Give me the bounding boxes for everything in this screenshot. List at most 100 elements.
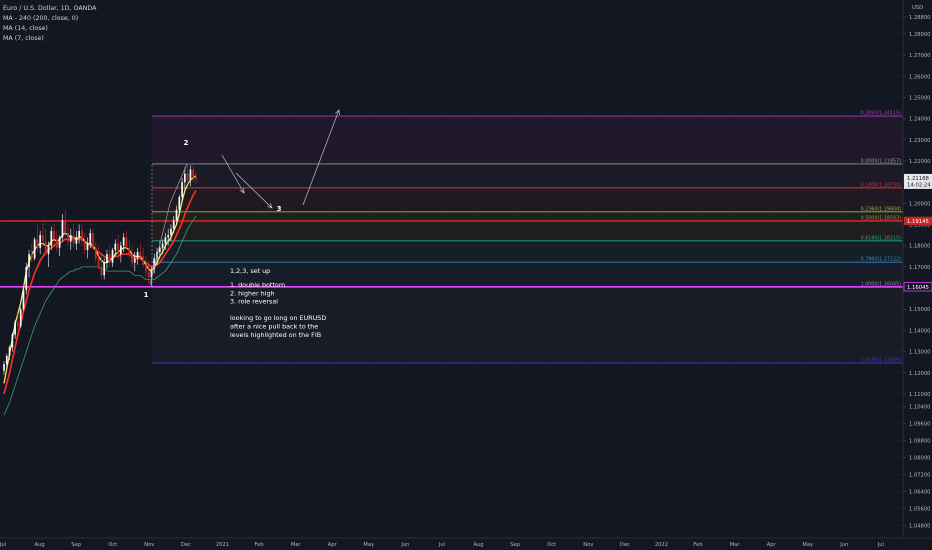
time-tick-label: Sep [71,542,81,548]
fib-level-label: 0.1000(1.20730) [861,182,901,188]
time-tick-label: Jun [839,542,848,548]
time-tick-label: Mar [730,542,741,548]
fib-level-label: 0.2360(1.19604) [861,206,901,212]
candle-body [139,252,142,257]
price-tick-label: 1.27000 [909,53,930,59]
candle-body [172,220,175,229]
price-tick-label: 1.12000 [909,371,930,377]
candle-body [14,321,16,335]
fib-band [152,240,903,263]
time-tick-label: Dec [620,542,630,548]
candle-body [42,235,44,242]
price-tag-label: 14:02:24 [907,183,931,189]
note-line: 1. double bottom [230,281,285,289]
candle-body [170,228,172,236]
candle-body [53,230,55,240]
time-axis-background [0,538,932,550]
price-tick-label: 1.13000 [909,350,930,356]
time-tick-label: Jul [877,542,884,548]
price-tag-label: 1.16045 [907,285,929,291]
fib-band [152,116,903,164]
candle-body [103,262,106,276]
fib-level-label: 0.0000(1.21857) [861,158,901,164]
legend-ma-200[interactable]: MA - 240 (200, close, 0) [3,14,96,24]
note-line: levels highlighted on the FIB [230,331,321,339]
time-tick-label: Apr [328,542,338,548]
time-tick-label: 2022 [655,542,668,548]
candle-body [36,239,39,248]
candle-body [133,258,136,263]
candle-body [114,243,117,250]
candle-body [178,196,181,210]
candle-body [69,235,72,242]
candle-body [161,243,164,248]
candle-body [131,254,133,263]
currency-label[interactable]: USD [912,5,923,11]
candle-body [128,247,131,255]
candle-body [125,237,128,248]
time-tick-label: May [363,542,374,548]
time-axis[interactable]: Jul Aug Sep Oct Nov Dec 2021 Feb Mar Apr May Jun Jul… [0,537,932,550]
time-tick-label: Aug [473,542,483,548]
candle-body [167,235,170,238]
fib-level-label: 0.7860(1.17222) [861,257,901,263]
candle-body [111,249,114,263]
time-tick-label: Mar [291,542,302,548]
candle-body [175,209,178,221]
candle-body [97,258,100,267]
candle-body [11,334,14,348]
time-tick-label: Feb [693,542,703,548]
price-tick-label: 1.07200 [909,472,930,478]
time-tick-label: Dec [181,542,191,548]
fib-level-label: -0.2050(1.24115) [859,111,901,117]
legend-ma-7[interactable]: MA (7, close) [3,34,96,44]
candle-body [89,232,92,244]
candle-body [33,239,36,259]
candle-body [3,364,5,371]
price-tick-label: 1.14000 [909,328,930,334]
candle-body [5,355,8,365]
note-title: 1,2,3, set up [230,267,270,275]
time-tick-label: Jul [0,542,6,548]
candle-body [75,237,78,244]
candle-body [192,169,195,178]
price-tick-label: 1.24000 [909,117,930,123]
candle-body [78,230,80,238]
candle-body [17,321,19,327]
legend-symbol[interactable]: Euro / U.S. Dollar, 1D, OANDA [3,4,96,14]
candle-body [44,241,47,255]
price-tag-label: 1.19145 [907,219,929,225]
candle-body [28,254,30,267]
fib-band [152,163,903,188]
candle-body [50,230,53,246]
candle-body [195,177,197,179]
candle-body [94,247,97,259]
candle-body [92,232,94,248]
price-axis[interactable]: USD 1.28800 1.28000 1.27000 1.26000 1.25000 1.… [902,0,932,538]
note-line: 2. higher high [230,289,275,297]
time-tick-label: Sep [510,542,520,548]
candle-body [8,347,11,356]
price-tick-label: 1.08800 [909,439,930,445]
wave-1-label: 1 [144,291,149,299]
chart-legend: Euro / U.S. Dollar, 1D, OANDA MA - 240 (… [3,4,96,44]
candle-body [61,220,64,238]
candle-body [47,245,50,255]
candle-body [30,254,33,259]
candle-body [39,235,42,248]
price-tick-label: 1.18000 [909,244,930,250]
candle-body [142,256,144,265]
price-tick-label: 1.20000 [909,201,930,207]
price-tick-label: 1.09600 [909,422,930,428]
price-chart[interactable]: -0.2050(1.24115) 0.0000(1.21857) 0.1000(1.… [0,0,932,550]
candle-body [64,220,67,233]
legend-ma-14[interactable]: MA (14, close) [3,24,96,34]
price-tick-label: 1.22000 [909,159,930,165]
price-tick-label: 1.11000 [909,392,930,398]
candle-body [136,252,139,259]
time-tick-label: Feb [254,542,264,548]
candle-body [56,239,58,248]
candle-body [19,309,22,327]
time-tick-label: Aug [35,542,45,548]
wave-3-label: 3 [277,205,282,213]
